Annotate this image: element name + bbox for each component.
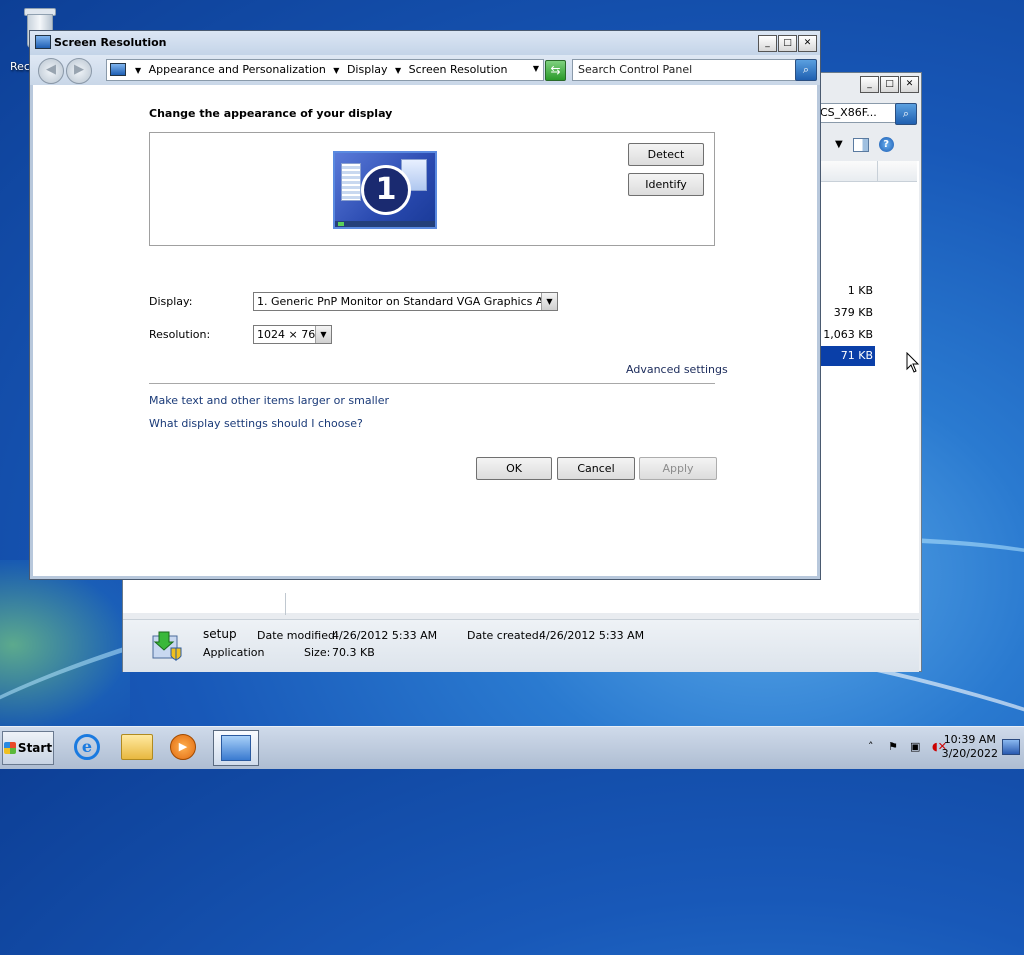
display-select-value: 1. Generic PnP Monitor on Standard VGA G… <box>257 295 558 308</box>
search-icon[interactable]: ⌕ <box>795 59 817 81</box>
windows-logo-icon <box>3 742 16 754</box>
breadcrumb-display[interactable]: Display <box>347 63 388 76</box>
search-input[interactable]: Search Control Panel <box>572 59 799 81</box>
clock[interactable]: 10:39 AM 3/20/2022 <box>942 733 998 761</box>
taskbar: Start e ▶ ˄ ⚑ ▣ ◖✕ 10:39 AM 3/20/2022 <box>0 726 1024 769</box>
clock-date: 3/20/2022 <box>941 747 998 760</box>
background-window-caption-buttons: _ □ ✕ <box>860 76 919 93</box>
address-bar[interactable]: ▼ Appearance and Personalization ▼ Displ… <box>106 59 544 81</box>
start-label: Start <box>17 741 53 755</box>
details-date-modified-label: Date modified: <box>257 629 339 642</box>
details-size-label: Size: <box>304 646 331 659</box>
control-panel-icon <box>35 35 51 49</box>
display-help-link[interactable]: What display settings should I choose? <box>149 417 363 430</box>
column-header[interactable] <box>821 161 917 182</box>
display-label: Display: <box>149 295 193 308</box>
taskbar-explorer[interactable] <box>116 730 158 764</box>
detect-button[interactable]: Detect <box>628 143 704 166</box>
text-size-link[interactable]: Make text and other items larger or smal… <box>149 394 389 407</box>
cancel-button[interactable]: Cancel <box>557 457 635 480</box>
clock-time: 10:39 AM <box>943 733 996 746</box>
internet-explorer-icon: e <box>74 734 100 760</box>
file-size-selected[interactable]: 71 KB <box>819 346 875 366</box>
window-title: Screen Resolution <box>54 36 167 49</box>
chevron-down-icon[interactable]: ▼ <box>541 293 557 310</box>
resolution-label: Resolution: <box>149 328 211 341</box>
navigation-bar: ◀ ▶ ▼ Appearance and Personalization ▼ D… <box>30 55 820 85</box>
taskbar-internet-explorer[interactable]: e <box>66 730 108 764</box>
taskbar-media-player[interactable]: ▶ <box>162 730 204 764</box>
maximize-icon[interactable]: □ <box>778 35 797 52</box>
breadcrumb-appearance[interactable]: Appearance and Personalization <box>149 63 326 76</box>
resolution-select-value: 1024 × 768 <box>257 328 323 341</box>
monitor-preview-panel: 1 Detect Identify <box>149 132 715 246</box>
preview-pane-icon[interactable] <box>852 137 869 152</box>
show-hidden-icons-icon[interactable]: ˄ <box>868 740 874 753</box>
network-icon[interactable]: ▣ <box>910 740 920 753</box>
details-size: 70.3 KB <box>332 646 375 659</box>
details-file-name: setup <box>203 627 237 641</box>
screen-resolution-window[interactable]: Screen Resolution _ □ ✕ ◀ ▶ ▼ Appearance… <box>29 30 821 580</box>
address-history-dropdown-icon[interactable]: ▼ <box>533 64 539 73</box>
pane-divider <box>285 593 286 615</box>
search-icon[interactable]: ⌕ <box>895 103 917 125</box>
identify-button[interactable]: Identify <box>628 173 704 196</box>
chevron-down-icon[interactable]: ▼ <box>835 139 843 150</box>
minimize-icon[interactable]: _ <box>758 35 777 52</box>
details-date-created: 4/26/2012 5:33 AM <box>539 629 645 642</box>
refresh-icon[interactable]: ⇆ <box>545 60 566 81</box>
taskbar-control-panel[interactable] <box>213 730 259 766</box>
divider <box>149 383 715 384</box>
chevron-down-icon[interactable]: ▼ <box>395 66 401 75</box>
title-bar[interactable]: Screen Resolution _ □ ✕ <box>30 31 820 55</box>
caption-buttons: _ □ ✕ <box>758 35 817 52</box>
maximize-icon[interactable]: □ <box>880 76 899 93</box>
window-content: Change the appearance of your display 1 … <box>33 85 817 576</box>
setup-application-icon <box>152 631 182 661</box>
details-pane: setup Application Date modified: 4/26/20… <box>123 619 919 672</box>
apply-button[interactable]: Apply <box>639 457 717 480</box>
details-date-created-label: Date created: <box>467 629 543 642</box>
background-search-input[interactable]: CS_X86F... <box>817 103 897 123</box>
show-desktop-icon[interactable] <box>1002 739 1020 755</box>
chevron-down-icon[interactable]: ▼ <box>135 66 141 75</box>
mouse-cursor-icon <box>906 352 920 373</box>
page-title: Change the appearance of your display <box>149 107 393 120</box>
details-file-type: Application <box>203 646 265 659</box>
back-arrow-icon[interactable]: ◀ <box>38 58 64 84</box>
folder-icon <box>121 734 153 760</box>
breadcrumb-screen-resolution[interactable]: Screen Resolution <box>409 63 508 76</box>
recycle-bin-label: Rec <box>10 60 30 73</box>
minimize-icon[interactable]: _ <box>860 76 879 93</box>
media-player-icon: ▶ <box>170 734 196 760</box>
background-toolbar: ▼ ? <box>835 137 894 152</box>
start-button[interactable]: Start <box>2 731 54 765</box>
breadcrumb: ▼ Appearance and Personalization ▼ Displ… <box>131 63 507 76</box>
control-panel-icon <box>221 735 251 761</box>
control-panel-icon <box>110 63 126 76</box>
chevron-down-icon[interactable]: ▼ <box>333 66 339 75</box>
help-icon[interactable]: ? <box>878 137 894 152</box>
forward-arrow-icon[interactable]: ▶ <box>66 58 92 84</box>
resolution-select[interactable]: 1024 × 768 ▼ <box>253 325 332 344</box>
advanced-settings-link[interactable]: Advanced settings <box>626 363 728 376</box>
chevron-down-icon[interactable]: ▼ <box>315 326 331 343</box>
close-icon[interactable]: ✕ <box>900 76 919 93</box>
monitor-number: 1 <box>361 165 411 215</box>
close-icon[interactable]: ✕ <box>798 35 817 52</box>
details-date-modified: 4/26/2012 5:33 AM <box>332 629 438 642</box>
action-center-flag-icon[interactable]: ⚑ <box>888 740 898 753</box>
monitor-icon[interactable]: 1 <box>333 151 437 229</box>
ok-button[interactable]: OK <box>476 457 552 480</box>
system-tray: ˄ ⚑ ▣ ◖✕ 10:39 AM 3/20/2022 <box>854 727 1024 769</box>
display-select[interactable]: 1. Generic PnP Monitor on Standard VGA G… <box>253 292 558 311</box>
